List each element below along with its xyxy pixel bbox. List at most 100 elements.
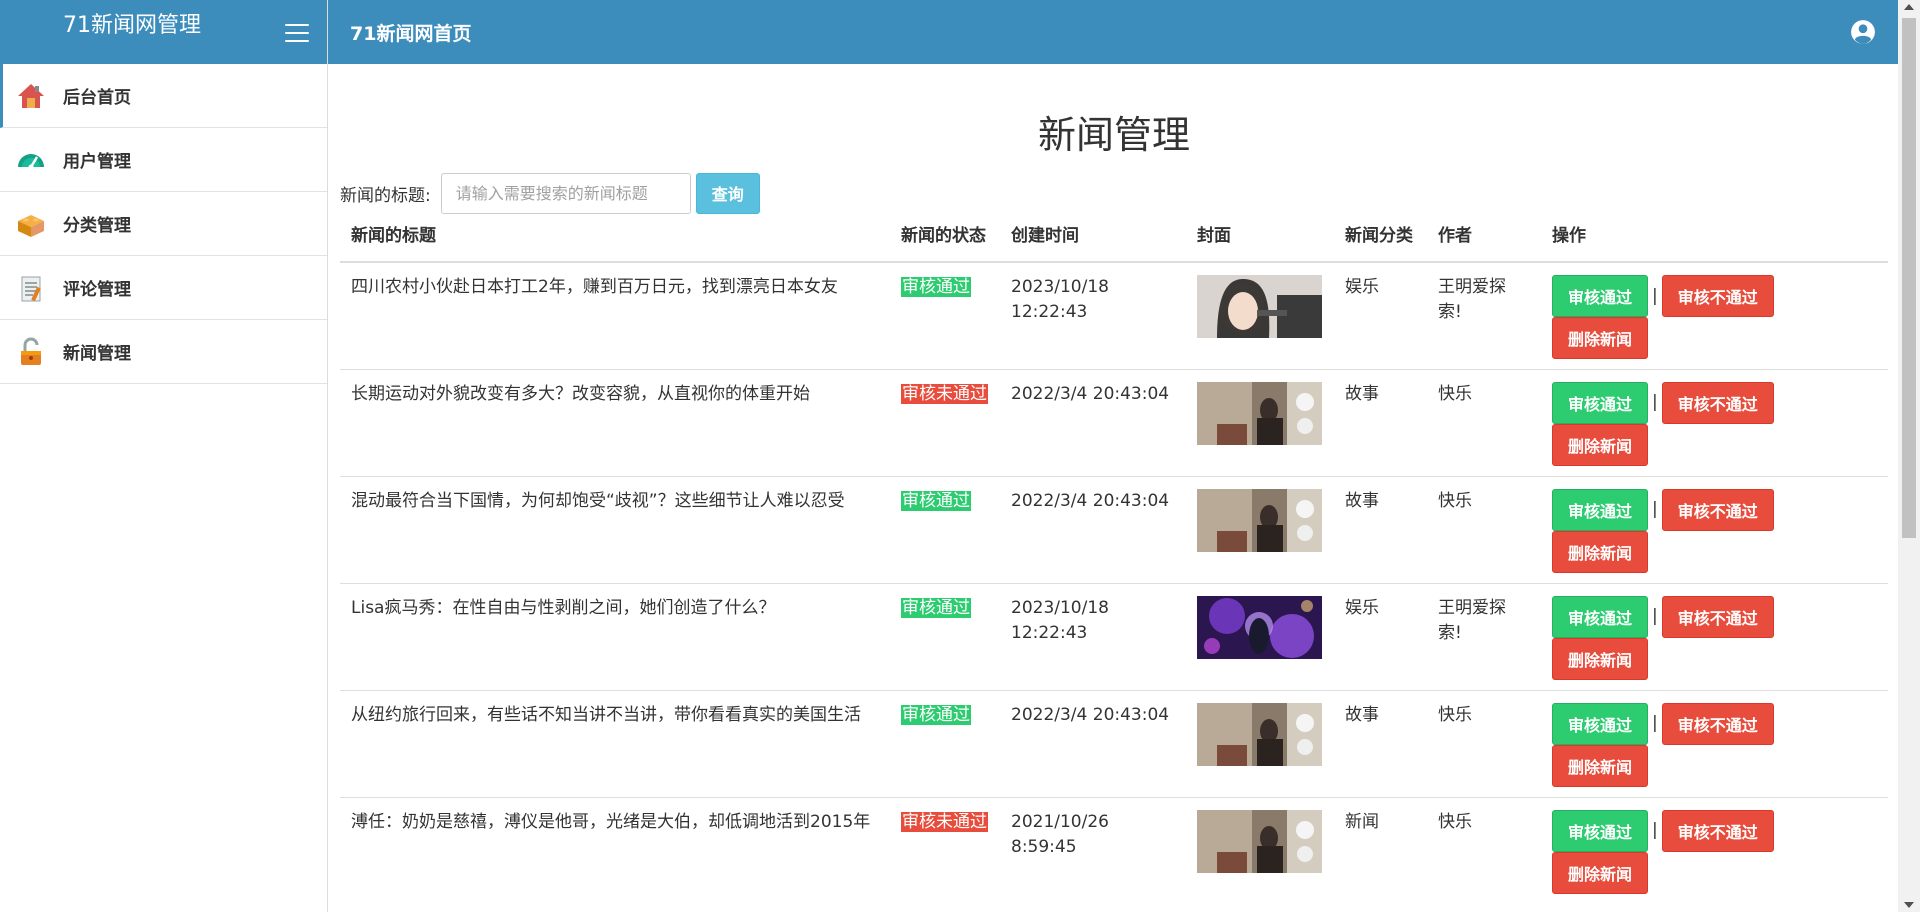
approve-button[interactable]: 审核通过 bbox=[1552, 595, 1649, 638]
row-actions: 审核通过 | 审核不通过 删除新闻 bbox=[1552, 488, 1792, 573]
menu-toggle-icon[interactable] bbox=[285, 24, 309, 42]
sidebar-item-categories[interactable]: 分类管理 bbox=[0, 192, 327, 256]
user-circle-icon[interactable] bbox=[1850, 19, 1876, 45]
search-input[interactable] bbox=[440, 172, 691, 214]
category: 新闻 bbox=[1345, 811, 1379, 832]
delete-news-button[interactable]: 删除新闻 bbox=[1552, 851, 1649, 894]
category: 故事 bbox=[1345, 383, 1379, 404]
approve-button[interactable]: 审核通过 bbox=[1552, 381, 1649, 424]
action-separator: | bbox=[1652, 499, 1658, 519]
reject-button[interactable]: 审核不通过 bbox=[1661, 488, 1774, 531]
status-badge: 审核未通过 bbox=[901, 383, 988, 404]
delete-news-button[interactable]: 删除新闻 bbox=[1552, 423, 1649, 466]
table-row: Lisa疯马秀：在性自由与性剥削之间，她们创造了什么？ 审核通过 2023/10/1… bbox=[340, 582, 1888, 690]
row-actions: 审核通过 | 审核不通过 删除新闻 bbox=[1552, 702, 1792, 787]
sidebar-item-label: 新闻管理 bbox=[63, 344, 131, 364]
delete-news-button[interactable]: 删除新闻 bbox=[1552, 317, 1649, 359]
column-header: 新闻分类 bbox=[1334, 224, 1427, 263]
news-title: 长期运动对外貌改变有多大？改变容貌，从直视你的体重开始 bbox=[351, 383, 810, 404]
row-actions: 审核通过 | 审核不通过 删除新闻 bbox=[1552, 275, 1792, 359]
news-title: Lisa疯马秀：在性自由与性剥削之间，她们创造了什么？ bbox=[351, 597, 776, 618]
approve-button[interactable]: 审核通过 bbox=[1552, 809, 1649, 852]
created-time-cell: 2023/10/18 12:22:43 bbox=[1000, 582, 1186, 690]
header-title[interactable]: 71新闻网首页 bbox=[350, 19, 471, 46]
news-title: 溥任：奶奶是慈禧，溥仪是他哥，光绪是大伯，却低调地活到2015年 bbox=[351, 811, 871, 832]
search-row: 新闻的标题: 查询 bbox=[340, 172, 1888, 214]
sidebar-item-label: 用户管理 bbox=[63, 152, 131, 172]
scroll-thumb[interactable] bbox=[1902, 18, 1916, 538]
search-button[interactable]: 查询 bbox=[695, 172, 760, 214]
category: 故事 bbox=[1345, 490, 1379, 511]
action-separator: | bbox=[1652, 392, 1658, 412]
main-content: 新闻管理 新闻的标题: 查询 新闻的标题新闻的状态创建时间封面新闻分类作者操作 … bbox=[340, 64, 1888, 912]
approve-button[interactable]: 审核通过 bbox=[1552, 488, 1649, 531]
news-table: 新闻的标题 新闻的状态 创建时间 封面 新闻分类 作者 操作 四川农村小伙赴日本打工2年，赚… bbox=[340, 224, 1888, 904]
table-row: 从纽约旅行回来，有些话不知当讲不当讲，带你看看真实的美国生活 审核通过 2022/3… bbox=[340, 689, 1888, 797]
column-header: 封面 bbox=[1186, 224, 1334, 263]
author-cell: 快乐 bbox=[1427, 368, 1541, 476]
cover-cell bbox=[1186, 582, 1334, 690]
reject-button[interactable]: 审核不通过 bbox=[1661, 595, 1774, 638]
created-time: 2023/10/18 12:22:43 bbox=[1011, 277, 1109, 322]
reject-button[interactable]: 审核不通过 bbox=[1661, 275, 1774, 317]
action-separator: | bbox=[1652, 713, 1658, 733]
sidebar-item-label: 分类管理 bbox=[63, 216, 131, 236]
row-actions: 审核通过 | 审核不通过 删除新闻 bbox=[1552, 595, 1792, 680]
page-scrollbar[interactable] bbox=[1898, 0, 1920, 912]
news-title: 从纽约旅行回来，有些话不知当讲不当讲，带你看看真实的美国生活 bbox=[351, 704, 861, 725]
status-cell: 审核未通过 bbox=[890, 368, 1000, 476]
reject-button[interactable]: 审核不通过 bbox=[1661, 381, 1774, 424]
table-header-row: 新闻的标题 新闻的状态 创建时间 封面 新闻分类 作者 操作 bbox=[340, 224, 1888, 263]
cover-cell bbox=[1186, 262, 1334, 369]
news-title-cell: 四川农村小伙赴日本打工2年，赚到百万日元，找到漂亮日本女友 bbox=[340, 262, 890, 369]
sidebar-item-comments[interactable]: 评论管理 bbox=[0, 256, 327, 320]
status-cell: 审核未通过 bbox=[890, 796, 1000, 904]
sidebar-item-news[interactable]: 新闻管理 bbox=[0, 320, 327, 384]
category: 娱乐 bbox=[1345, 597, 1379, 618]
cover-image bbox=[1197, 381, 1322, 450]
scroll-down-arrow-icon[interactable] bbox=[1904, 902, 1914, 908]
actions-cell: 审核通过 | 审核不通过 删除新闻 bbox=[1541, 582, 1888, 690]
reject-button[interactable]: 审核不通过 bbox=[1661, 809, 1774, 852]
scroll-up-arrow-icon[interactable] bbox=[1904, 4, 1914, 10]
cover-cell bbox=[1186, 689, 1334, 797]
unlock-icon bbox=[16, 337, 46, 367]
news-title-cell: 长期运动对外貌改变有多大？改变容貌，从直视你的体重开始 bbox=[340, 368, 890, 476]
column-header: 创建时间 bbox=[1000, 224, 1186, 263]
table-row: 四川农村小伙赴日本打工2年，赚到百万日元，找到漂亮日本女友 审核通过 2023/10… bbox=[340, 262, 1888, 369]
delete-news-button[interactable]: 删除新闻 bbox=[1552, 744, 1649, 787]
category-cell: 故事 bbox=[1334, 475, 1427, 583]
author-cell: 王明爱探索! bbox=[1427, 262, 1541, 369]
author: 快乐 bbox=[1438, 490, 1472, 511]
news-title-cell: 混动最符合当下国情，为何却饱受“歧视”？这些细节让人难以忍受 bbox=[340, 475, 890, 583]
sidebar-item-home[interactable]: 后台首页 bbox=[0, 64, 327, 128]
row-actions: 审核通过 | 审核不通过 删除新闻 bbox=[1552, 381, 1792, 466]
actions-cell: 审核通过 | 审核不通过 删除新闻 bbox=[1541, 262, 1888, 369]
reject-button[interactable]: 审核不通过 bbox=[1661, 702, 1774, 745]
approve-button[interactable]: 审核通过 bbox=[1552, 275, 1649, 317]
table-row: 溥任：奶奶是慈禧，溥仪是他哥，光绪是大伯，却低调地活到2015年 审核未通过 202… bbox=[340, 796, 1888, 904]
column-header: 新闻的标题 bbox=[340, 224, 890, 263]
home-icon bbox=[16, 81, 46, 111]
author: 王明爱探索! bbox=[1438, 597, 1506, 643]
row-actions: 审核通过 | 审核不通过 删除新闻 bbox=[1552, 809, 1792, 894]
status-cell: 审核通过 bbox=[890, 582, 1000, 690]
delete-news-button[interactable]: 删除新闻 bbox=[1552, 637, 1649, 680]
block-icon bbox=[16, 209, 46, 239]
news-title: 混动最符合当下国情，为何却饱受“歧视”？这些细节让人难以忍受 bbox=[351, 490, 845, 511]
created-time: 2023/10/18 12:22:43 bbox=[1011, 597, 1109, 643]
delete-news-button[interactable]: 删除新闻 bbox=[1552, 530, 1649, 573]
news-title-cell: 从纽约旅行回来，有些话不知当讲不当讲，带你看看真实的美国生活 bbox=[340, 689, 890, 797]
category-cell: 故事 bbox=[1334, 689, 1427, 797]
category-cell: 新闻 bbox=[1334, 796, 1427, 904]
created-time-cell: 2023/10/18 12:22:43 bbox=[1000, 262, 1186, 369]
brand-bar: 71新闻网管理 bbox=[0, 0, 327, 64]
status-badge: 审核通过 bbox=[901, 490, 971, 511]
news-title-cell: Lisa疯马秀：在性自由与性剥削之间，她们创造了什么？ bbox=[340, 582, 890, 690]
notepad-icon bbox=[16, 273, 46, 303]
sidebar-item-users[interactable]: 用户管理 bbox=[0, 128, 327, 192]
brand-title: 71新闻网管理 bbox=[63, 13, 201, 38]
actions-cell: 审核通过 | 审核不通过 删除新闻 bbox=[1541, 368, 1888, 476]
category-cell: 故事 bbox=[1334, 368, 1427, 476]
approve-button[interactable]: 审核通过 bbox=[1552, 702, 1649, 745]
